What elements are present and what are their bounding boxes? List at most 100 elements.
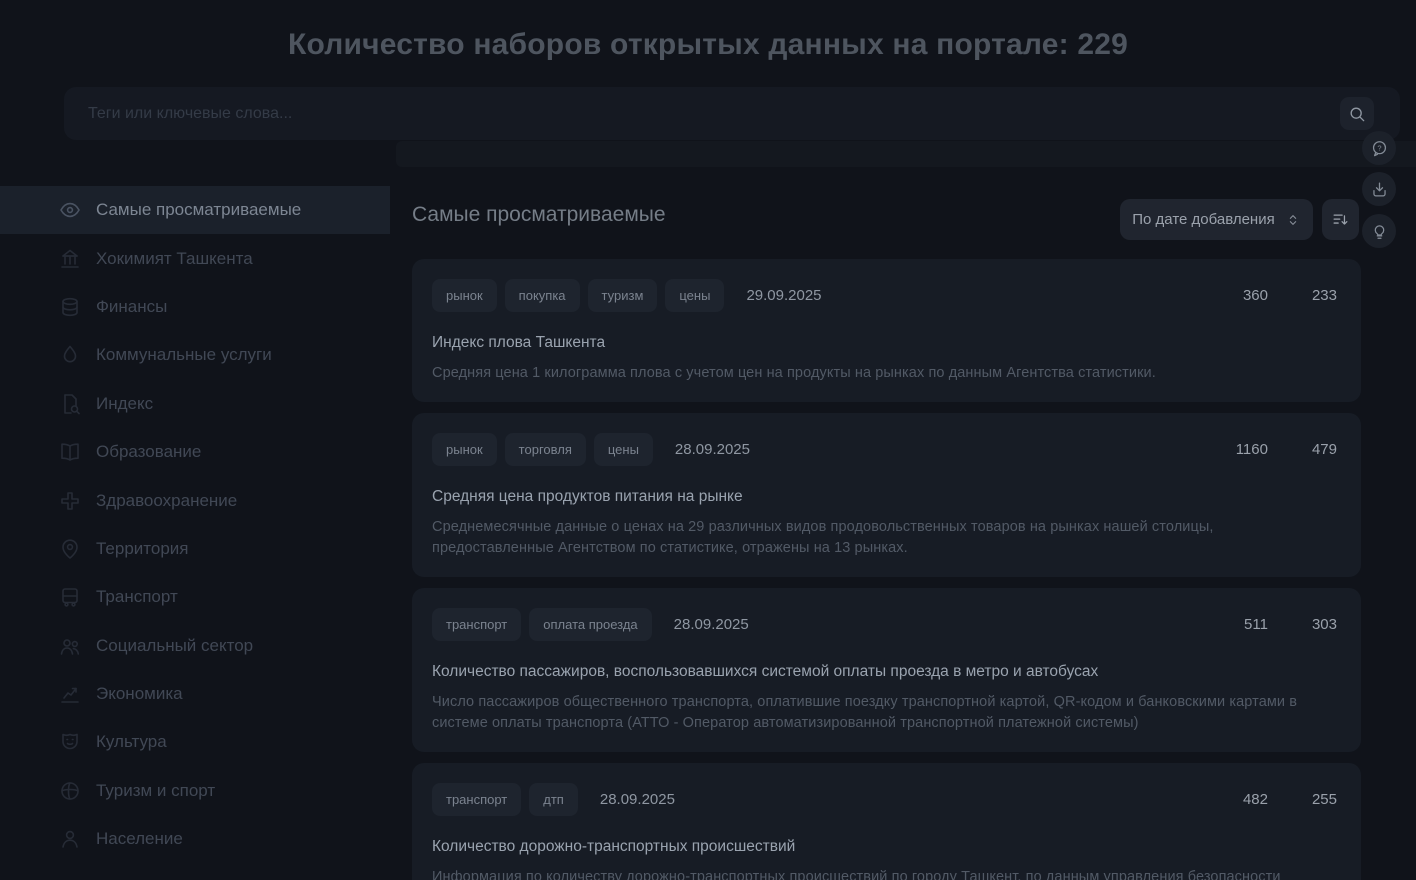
coins-icon <box>58 295 82 319</box>
dataset-tag[interactable]: транспорт <box>432 783 521 816</box>
education-icon <box>58 440 82 464</box>
dataset-description: Среднемесячные данные о ценах на 29 разл… <box>432 517 1339 559</box>
downloads-count: 303 <box>1312 616 1337 633</box>
views-count: 360 <box>1243 287 1268 304</box>
card-meta-row: рынокторговляцены 28.09.2025 1160 479 <box>432 433 1339 466</box>
utilities-icon <box>58 343 82 367</box>
sidebar-item-label: Хокимият Ташкента <box>96 249 253 269</box>
dataset-tag[interactable]: транспорт <box>432 608 521 641</box>
sidebar-item-label: Транспорт <box>96 587 178 607</box>
sidebar-item[interactable]: Туризм и спорт <box>0 767 390 815</box>
dataset-title[interactable]: Средняя цена продуктов питания на рынке <box>432 488 1339 506</box>
sort-dropdown[interactable]: По дате добавления <box>1120 199 1313 240</box>
sidebar-item[interactable]: Социальный сектор <box>0 622 390 670</box>
economy-icon <box>58 682 82 706</box>
sidebar-item[interactable]: Население <box>0 815 390 863</box>
sidebar-item-label: Финансы <box>96 297 167 317</box>
page-title: Количество наборов открытых данных на по… <box>0 28 1416 62</box>
dataset-stats: 482 255 <box>1243 791 1339 808</box>
chevron-updown-icon <box>1285 212 1301 228</box>
dataset-tag[interactable]: рынок <box>432 433 497 466</box>
sidebar-item-label: Коммунальные услуги <box>96 345 272 365</box>
search-icon <box>1347 104 1367 124</box>
theme-button[interactable] <box>1362 214 1396 248</box>
dataset-tag[interactable]: цены <box>665 279 724 312</box>
sidebar-item-label: Самые просматриваемые <box>96 200 301 220</box>
dataset-title[interactable]: Количество дорожно-транспортных происшес… <box>432 838 1339 856</box>
sidebar-item[interactable]: Транспорт <box>0 573 390 621</box>
filter-strip <box>396 141 1416 167</box>
help-bubble-icon: ? <box>1370 139 1389 158</box>
dataset-tag[interactable]: торговля <box>505 433 586 466</box>
sidebar-item-label: Население <box>96 829 183 849</box>
help-button[interactable]: ? <box>1362 131 1396 165</box>
sidebar-item-label: Туризм и спорт <box>96 781 215 801</box>
dataset-card[interactable]: рынокторговляцены 28.09.2025 1160 479 Средня… <box>412 413 1361 577</box>
dataset-date: 28.09.2025 <box>674 616 749 633</box>
sidebar-item-label: Культура <box>96 732 167 752</box>
views-count: 482 <box>1243 791 1268 808</box>
sidebar-item[interactable]: Самые просматриваемые <box>0 186 390 234</box>
dataset-stats: 511 303 <box>1244 616 1339 633</box>
sidebar-item[interactable]: Территория <box>0 525 390 573</box>
downloads-count: 479 <box>1312 441 1337 458</box>
sort-dropdown-label: По дате добавления <box>1132 211 1274 228</box>
dataset-title[interactable]: Количество пассажиров, воспользовавшихся… <box>432 663 1339 681</box>
search-input[interactable] <box>64 87 1328 140</box>
section-heading: Самые просматриваемые <box>412 203 666 227</box>
sidebar-item[interactable]: Культура <box>0 718 390 766</box>
dataset-tag[interactable]: туризм <box>588 279 658 312</box>
sidebar-item-label: Экономика <box>96 684 183 704</box>
lightbulb-icon <box>1370 222 1389 241</box>
search-bar <box>64 87 1400 140</box>
health-icon <box>58 489 82 513</box>
dataset-date: 28.09.2025 <box>600 791 675 808</box>
dataset-tag[interactable]: дтп <box>529 783 578 816</box>
dataset-card[interactable]: рынокпокупкатуризмцены 29.09.2025 360 233 Ин… <box>412 259 1361 402</box>
sidebar-item-label: Территория <box>96 539 189 559</box>
dataset-card[interactable]: транспортдтп 28.09.2025 482 255 Количество д… <box>412 763 1361 880</box>
dataset-date: 28.09.2025 <box>675 441 750 458</box>
sidebar-item[interactable]: Индекс <box>0 380 390 428</box>
sidebar-item[interactable]: Здравоохранение <box>0 476 390 524</box>
dataset-tag[interactable]: оплата проезда <box>529 608 651 641</box>
dataset-tag[interactable]: цены <box>594 433 653 466</box>
dataset-list: рынокпокупкатуризмцены29.09.2025360233Ин… <box>412 259 1361 880</box>
dataset-description: Число пассажиров общественного транспорт… <box>432 692 1339 734</box>
sidebar-item-label: Социальный сектор <box>96 636 253 656</box>
sort-desc-icon <box>1331 210 1350 229</box>
search-button[interactable] <box>1340 97 1374 130</box>
dataset-description: Информация по количеству дорожно-транспо… <box>432 867 1339 880</box>
downloads-count: 255 <box>1312 791 1337 808</box>
tourism-icon <box>58 779 82 803</box>
open-data-portal-page: Количество наборов открытых данных на по… <box>0 0 1416 880</box>
card-meta-row: транспортдтп 28.09.2025 482 255 <box>432 783 1339 816</box>
sidebar-item[interactable]: Финансы <box>0 283 390 331</box>
downloads-count: 233 <box>1312 287 1337 304</box>
dataset-title[interactable]: Индекс плова Ташкента <box>432 334 1339 352</box>
sort-order-button[interactable] <box>1322 199 1359 240</box>
sidebar-item-label: Образование <box>96 442 201 462</box>
sidebar-item[interactable]: Хокимият Ташкента <box>0 234 390 282</box>
population-icon <box>58 827 82 851</box>
views-count: 1160 <box>1236 441 1268 458</box>
dataset-card[interactable]: транспортоплата проезда 28.09.2025 511 303 К… <box>412 588 1361 752</box>
dataset-stats: 360 233 <box>1243 287 1339 304</box>
sidebar-item[interactable]: Образование <box>0 428 390 476</box>
sidebar-item-label: Индекс <box>96 394 153 414</box>
dataset-tag[interactable]: рынок <box>432 279 497 312</box>
social-icon <box>58 634 82 658</box>
sidebar: Самые просматриваемые Хокимият Ташкента Фи… <box>0 186 390 863</box>
index-icon <box>58 392 82 416</box>
sidebar-item[interactable]: Экономика <box>0 670 390 718</box>
building-icon <box>58 247 82 271</box>
card-meta-row: транспортоплата проезда 28.09.2025 511 303 <box>432 608 1339 641</box>
sidebar-item[interactable]: Коммунальные услуги <box>0 331 390 379</box>
download-button[interactable] <box>1362 172 1396 206</box>
dataset-date: 29.09.2025 <box>746 287 821 304</box>
sidebar-item-label: Здравоохранение <box>96 491 237 511</box>
culture-icon <box>58 730 82 754</box>
views-count: 511 <box>1244 616 1268 633</box>
dataset-tag[interactable]: покупка <box>505 279 580 312</box>
transport-icon <box>58 585 82 609</box>
